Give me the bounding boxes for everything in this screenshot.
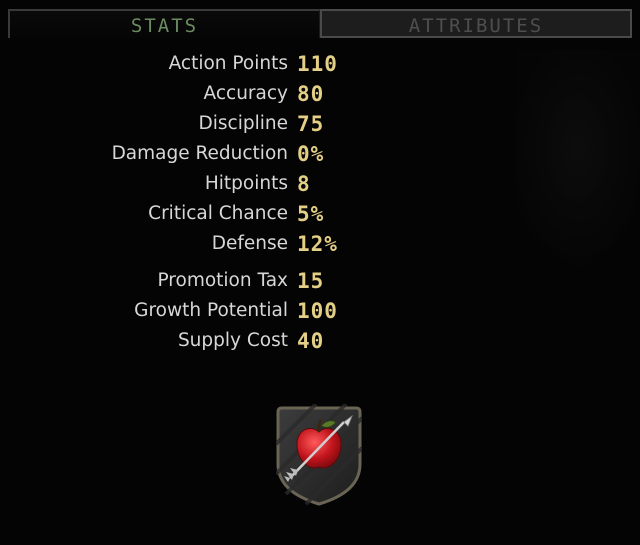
stat-row-growth-potential: Growth Potential 100 [0,298,400,324]
stat-row-supply-cost: Supply Cost 40 [0,328,400,354]
stat-label: Defense [211,233,288,254]
stat-label: Discipline [198,113,288,134]
stat-row-action-points: Action Points 110 [0,51,400,77]
stat-row-promotion-tax: Promotion Tax 15 [0,268,400,294]
stat-row-hitpoints: Hitpoints 8 [0,171,400,197]
stat-value: 12% [297,232,338,256]
stat-value: 75 [297,112,325,136]
stat-row-defense: Defense 12% [0,231,400,257]
stat-row-accuracy: Accuracy 80 [0,81,400,107]
stat-value: 100 [297,299,338,323]
stat-value: 40 [297,329,325,353]
tab-stats[interactable]: STATS [8,9,320,38]
stat-row-damage-reduction: Damage Reduction 0% [0,141,400,167]
background-emblem [515,50,640,268]
tab-attributes[interactable]: ATTRIBUTES [320,9,632,38]
stat-row-critical-chance: Critical Chance 5% [0,201,400,227]
stat-value: 80 [297,82,325,106]
stat-value: 110 [297,52,338,76]
stat-label: Growth Potential [134,300,288,321]
unit-stats-panel: STATS ATTRIBUTES Action Points 110 Accur… [0,0,640,545]
stat-label: Hitpoints [204,173,288,194]
tab-bar: STATS ATTRIBUTES [8,9,632,40]
stat-label: Promotion Tax [157,270,288,291]
stat-row-discipline: Discipline 75 [0,111,400,137]
stat-label: Action Points [168,53,288,74]
stat-value: 5% [297,202,325,226]
stat-value: 8 [297,172,311,196]
stat-label: Accuracy [203,83,288,104]
apple-arrow-icon[interactable] [276,404,362,506]
stat-label: Damage Reduction [111,143,288,164]
stat-value: 15 [297,269,325,293]
stat-label: Supply Cost [177,330,288,351]
stat-value: 0% [297,142,325,166]
stat-label: Critical Chance [148,203,288,224]
